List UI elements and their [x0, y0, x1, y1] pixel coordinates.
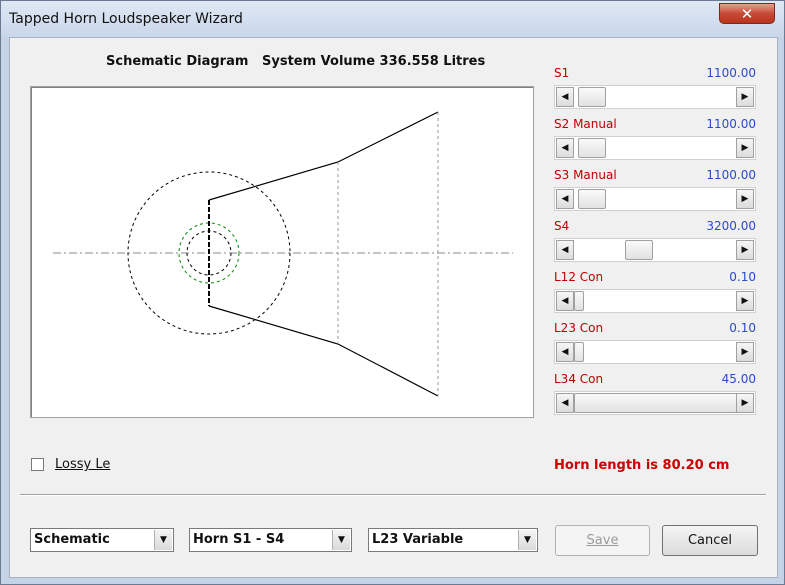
slider-value: 3200.00: [706, 219, 756, 233]
chevron-down-icon[interactable]: ▼: [154, 530, 172, 550]
arrow-left-icon[interactable]: ◀: [556, 393, 574, 413]
arrow-left-icon[interactable]: ◀: [556, 240, 574, 260]
slider-scrollbar[interactable]: ◀ ▶: [554, 340, 756, 364]
wizard-window: Tapped Horn Loudspeaker Wizard ✕ Schemat…: [0, 0, 785, 585]
slider-label: S3 Manual: [554, 168, 617, 182]
slider-value: 45.00: [721, 372, 756, 386]
schematic-canvas: [30, 86, 534, 418]
slider-label: L12 Con: [554, 270, 604, 284]
horn-upper-wall: [208, 111, 439, 201]
slider-thumb[interactable]: [578, 87, 606, 107]
arrow-right-icon[interactable]: ▶: [736, 189, 754, 209]
slider-thumb[interactable]: [625, 240, 653, 260]
arrow-left-icon[interactable]: ◀: [556, 138, 574, 158]
view-mode-combo[interactable]: Schematic ▼: [30, 528, 174, 552]
slider-value: 1100.00: [706, 117, 756, 131]
slider-scrollbar[interactable]: ◀ ▶: [554, 289, 756, 313]
arrow-right-icon[interactable]: ▶: [736, 393, 754, 413]
slider-scrollbar[interactable]: ◀ ▶: [554, 187, 756, 211]
horn-section-combo[interactable]: Horn S1 - S4 ▼: [189, 528, 352, 552]
arrow-left-icon[interactable]: ◀: [556, 342, 574, 362]
chevron-down-icon[interactable]: ▼: [518, 530, 536, 550]
arrow-left-icon[interactable]: ◀: [556, 189, 574, 209]
slider-thumb[interactable]: [574, 393, 737, 413]
horn-length-text: Horn length is 80.20 cm: [554, 458, 730, 473]
window-title: Tapped Horn Loudspeaker Wizard: [9, 11, 243, 27]
title-bar[interactable]: Tapped Horn Loudspeaker Wizard ✕: [1, 1, 784, 37]
slider-scrollbar[interactable]: ◀ ▶: [554, 391, 756, 415]
slider-thumb[interactable]: [578, 138, 606, 158]
slider-value: 1100.00: [706, 66, 756, 80]
separator: [20, 494, 766, 496]
arrow-left-icon[interactable]: ◀: [556, 87, 574, 107]
slider-label: S4: [554, 219, 570, 233]
variable-combo[interactable]: L23 Variable ▼: [368, 528, 538, 552]
dialog-client-area: Schematic Diagram System Volume 336.558 …: [9, 37, 778, 578]
view-mode-value: Schematic: [34, 532, 110, 547]
slider-thumb[interactable]: [574, 342, 584, 362]
arrow-right-icon[interactable]: ▶: [736, 240, 754, 260]
slider-thumb[interactable]: [578, 189, 606, 209]
chevron-down-icon[interactable]: ▼: [332, 530, 350, 550]
slider-label: L23 Con: [554, 321, 604, 335]
arrow-right-icon[interactable]: ▶: [736, 87, 754, 107]
save-button-label: Save: [586, 533, 619, 548]
horn-schematic: [53, 111, 513, 397]
arrow-right-icon[interactable]: ▶: [736, 342, 754, 362]
slider-scrollbar[interactable]: ◀ ▶: [554, 136, 756, 160]
arrow-right-icon[interactable]: ▶: [736, 291, 754, 311]
slider-label: S2 Manual: [554, 117, 617, 131]
horn-section-value: Horn S1 - S4: [193, 532, 285, 547]
lossy-le-label[interactable]: Lossy Le: [55, 457, 110, 472]
slider-scrollbar[interactable]: ◀ ▶: [554, 238, 756, 262]
variable-value: L23 Variable: [372, 532, 464, 547]
slider-value: 0.10: [729, 270, 756, 284]
slider-label: L34 Con: [554, 372, 604, 386]
diagram-heading: Schematic Diagram System Volume 336.558 …: [106, 54, 486, 69]
lossy-le-checkbox[interactable]: [31, 458, 44, 471]
arrow-left-icon[interactable]: ◀: [556, 291, 574, 311]
slider-thumb[interactable]: [574, 291, 584, 311]
slider-value: 1100.00: [706, 168, 756, 182]
close-button[interactable]: ✕: [719, 3, 775, 24]
cancel-button[interactable]: Cancel: [662, 525, 758, 556]
slider-value: 0.10: [729, 321, 756, 335]
arrow-right-icon[interactable]: ▶: [736, 138, 754, 158]
save-button[interactable]: Save: [555, 525, 650, 556]
slider-label: S1: [554, 66, 570, 80]
horn-lower-wall: [208, 305, 439, 397]
slider-scrollbar[interactable]: ◀ ▶: [554, 85, 756, 109]
